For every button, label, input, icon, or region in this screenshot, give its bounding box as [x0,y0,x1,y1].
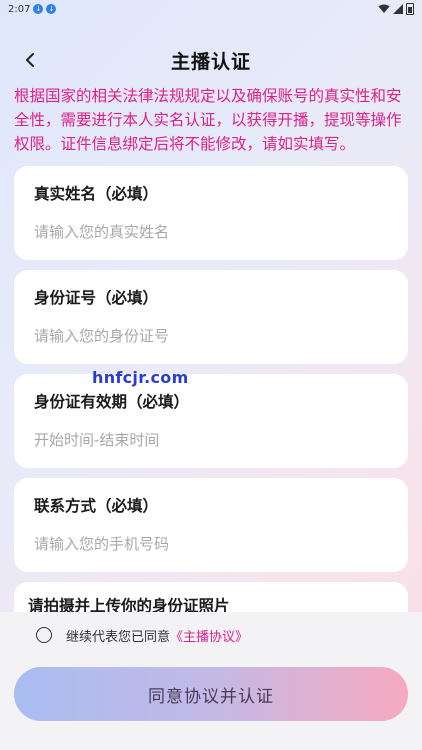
status-right [378,3,414,15]
name-input[interactable] [34,221,388,243]
contact-card: 联系方式（必填） [14,478,408,572]
download-icon: ↓ [33,4,44,14]
id-number-card: 身份证号（必填） [14,270,408,364]
agreement-text: 继续代表您已同意 [66,629,171,645]
id-number-label: 身份证号（必填） [34,289,159,307]
contact-label: 联系方式（必填） [34,497,159,515]
agreement-row: 继续代表您已同意 《主播协议》 [0,612,422,658]
nav-bar: 主播认证 [0,40,422,80]
page-title: 主播认证 [170,50,251,73]
id-validity-label: 身份证有效期（必填） [34,393,190,411]
back-button[interactable] [16,46,44,74]
bottom-area: 同意协议并认证 [0,658,422,750]
chevron-left-icon [26,53,34,67]
form-scroll-area[interactable]: 真实姓名（必填） 身份证号（必填） 身份证有效期（必填） 开始时间-结束时间 联… [0,166,422,612]
signal-icon [393,4,403,14]
download-icon: ↓ [46,4,57,14]
anchor-agreement-link[interactable]: 《主播协议》 [170,626,248,645]
id-number-input[interactable] [34,325,388,347]
battery-icon [406,3,414,15]
name-label: 真实姓名（必填） [34,185,159,203]
wifi-icon [378,4,390,13]
watermark: hnfcjr.com [92,368,189,387]
agree-and-verify-button[interactable]: 同意协议并认证 [14,667,408,721]
status-bar: 2:07 ↓ ↓ [0,0,422,18]
agreement-radio[interactable] [36,627,52,643]
phone-input[interactable] [34,533,388,555]
id-validity-card: 身份证有效期（必填） 开始时间-结束时间 [14,374,408,468]
upload-title: 请拍摄并上传你的身份证照片 [28,597,230,612]
id-photo-upload-card[interactable]: 请拍摄并上传你的身份证照片 [14,582,408,612]
name-card: 真实姓名（必填） [14,166,408,260]
status-time: 2:07 [8,3,31,15]
verification-notice: 根据国家的相关法律法规规定以及确保账号的真实性和安全性，需要进行本人实名认证，以… [14,87,402,153]
status-left: 2:07 ↓ ↓ [8,3,57,15]
id-validity-picker[interactable]: 开始时间-结束时间 [34,429,388,451]
